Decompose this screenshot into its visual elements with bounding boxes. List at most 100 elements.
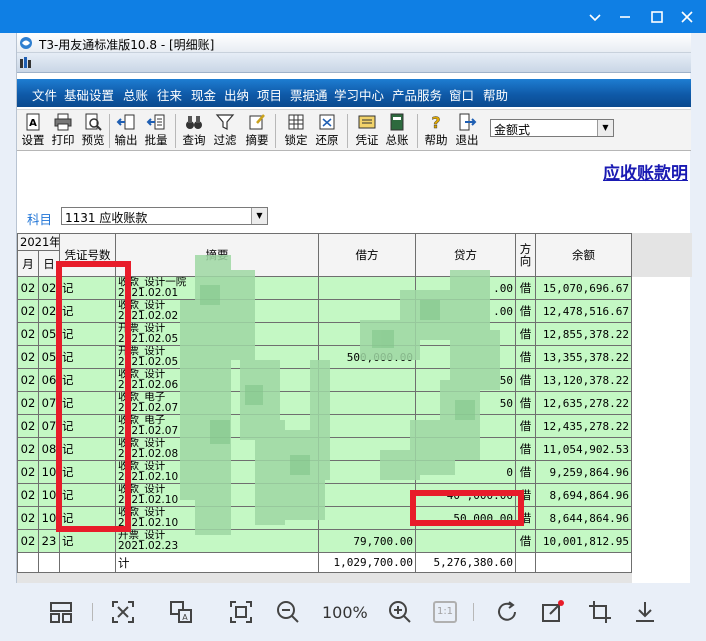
download-icon[interactable] [632, 599, 658, 625]
menu-help[interactable]: 帮助 [483, 85, 508, 104]
svg-text:?: ? [431, 113, 440, 131]
highlight-voucher-column [56, 261, 131, 532]
menu-cashier[interactable]: 出纳 [224, 85, 249, 104]
minimize-icon[interactable] [614, 6, 636, 28]
debit-cell [318, 483, 416, 507]
svg-text:A: A [182, 613, 188, 622]
toolbar-separator [275, 114, 276, 148]
month-header: 月 [17, 250, 39, 277]
actual-size-button[interactable]: 1:1 [433, 601, 457, 623]
lock-button[interactable]: 锁定 [282, 112, 310, 150]
format-select[interactable]: 金额式 ▼ [490, 119, 614, 137]
ledger-button[interactable]: 总账 [383, 112, 411, 150]
debit-cell [318, 437, 416, 461]
export-button[interactable]: 输出 [112, 112, 140, 150]
debit-cell [318, 322, 416, 346]
exit-button[interactable]: 退出 [453, 112, 481, 150]
toolbar-separator [473, 603, 474, 621]
debit-cell [318, 391, 416, 415]
direction-cell: 借 [515, 437, 536, 461]
menu-general-ledger[interactable]: 总账 [123, 85, 148, 104]
direction-cell: 借 [515, 345, 536, 369]
settings-button[interactable]: A 设置 [19, 112, 47, 150]
viewer-toolbar: A 100% 1:1 [0, 583, 706, 641]
summary-cell: 收款_设计一院 2021.02.01 [115, 276, 319, 300]
menu-basic-settings[interactable]: 基础设置 [64, 85, 114, 104]
summary-date: 2021.02.01 [118, 287, 179, 299]
summary-date: 2021.02.07 [118, 425, 179, 437]
voucher-cell[interactable]: 记 [59, 529, 116, 553]
summary-button[interactable]: 摘要 [243, 112, 271, 150]
edit-icon[interactable] [540, 599, 566, 625]
preview-icon [85, 113, 102, 131]
chevron-down-icon[interactable] [584, 6, 606, 28]
summary-cell: 收款_电子 2021.02.07 [115, 414, 319, 438]
chevron-down-icon[interactable]: ▼ [251, 208, 267, 224]
crop-icon[interactable] [587, 599, 613, 625]
menu-products[interactable]: 产品服务 [392, 85, 442, 104]
summary-cell: 开票_设计 2021.02.05 [115, 345, 319, 369]
restore-button[interactable]: 还原 [313, 112, 341, 150]
credit-cell [415, 345, 516, 369]
viewer-titlebar [0, 0, 706, 33]
translate-icon[interactable]: A [168, 599, 194, 625]
batch-button[interactable]: 批量 [142, 112, 170, 150]
zoom-level: 100% [322, 603, 368, 622]
month-cell: 02 [17, 299, 39, 323]
chevron-down-icon[interactable]: ▼ [597, 120, 613, 136]
debit-header: 借方 [318, 233, 416, 277]
menu-accounts[interactable]: 往来 [157, 85, 182, 104]
fit-screen-icon[interactable] [228, 599, 254, 625]
scan-icon[interactable] [110, 599, 136, 625]
menu-project[interactable]: 项目 [257, 85, 282, 104]
direction-cell: 借 [515, 322, 536, 346]
table-row[interactable]: 02 23 记开票_设计 2021.02.23 79,700.00 借 10,001,812… [17, 529, 692, 553]
print-button[interactable]: 打印 [49, 112, 77, 150]
month-cell: 02 [17, 368, 39, 392]
credit-cell: 50 [415, 391, 516, 415]
month-cell: 02 [17, 506, 39, 530]
menu-file[interactable]: 文件 [32, 85, 57, 104]
exit-icon [459, 113, 477, 131]
zoom-in-icon[interactable] [387, 599, 413, 625]
debit-cell: 500,000.00 [318, 345, 416, 369]
toolbar-separator [417, 114, 418, 148]
summary-date: 2021.02.10 [118, 494, 179, 506]
total-label: 计 [115, 552, 319, 573]
highlight-credit-cell [410, 490, 524, 526]
filter-button[interactable]: 过滤 [211, 112, 239, 150]
report-title: 应收账款明 [603, 164, 688, 184]
preview-button[interactable]: 预览 [79, 112, 107, 150]
maximize-icon[interactable] [646, 6, 668, 28]
summary-date: 2021.02.08 [118, 448, 179, 460]
credit-cell [415, 322, 516, 346]
query-button[interactable]: 查询 [180, 112, 208, 150]
direction-cell: 借 [515, 529, 536, 553]
toolbar-separator [92, 603, 93, 621]
zoom-out-icon[interactable] [275, 599, 301, 625]
menu-cash[interactable]: 现金 [191, 85, 216, 104]
summary-cell: 收款_设计 2021.02.02 [115, 299, 319, 323]
layout-icon[interactable] [48, 599, 74, 625]
month-cell: 02 [17, 276, 39, 300]
balance-cell: 13,355,378.22 [535, 345, 632, 369]
subject-select-value: 1131 应收账款 [65, 211, 148, 225]
rotate-icon[interactable] [494, 599, 520, 625]
close-icon[interactable] [676, 6, 698, 28]
credit-cell: 50 [415, 368, 516, 392]
summary-cell: 开票_设计 2021.02.05 [115, 322, 319, 346]
month-cell: 02 [17, 391, 39, 415]
total-debit: 1,029,700.00 [318, 552, 416, 573]
menu-bill[interactable]: 票据通 [290, 85, 328, 104]
summary-date: 2021.02.02 [118, 310, 179, 322]
voucher-button[interactable]: 凭证 [353, 112, 381, 150]
summary-cell: 收款_设计 2021.02.10 [115, 460, 319, 484]
filter-icon [215, 114, 235, 130]
menu-learning[interactable]: 学习中心 [334, 85, 384, 104]
balance-header: 余额 [535, 233, 632, 277]
balance-cell: 12,635,278.22 [535, 391, 632, 415]
menu-window[interactable]: 窗口 [449, 85, 474, 104]
subject-select[interactable]: 1131 应收账款 ▼ [61, 207, 268, 225]
help-button[interactable]: ? 帮助 [422, 112, 450, 150]
direction-cell: 借 [515, 391, 536, 415]
